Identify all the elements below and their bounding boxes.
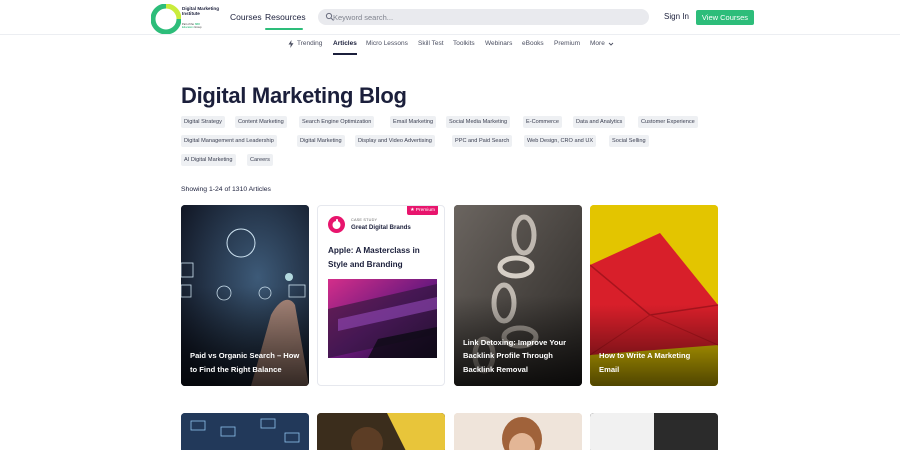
tab-toolkits[interactable]: Toolkits — [453, 40, 475, 47]
search-bar[interactable] — [318, 9, 649, 25]
article-title: Paid vs Organic Search – How to Find the… — [190, 351, 300, 374]
tag-content-marketing[interactable]: Content Marketing — [235, 116, 287, 128]
card-image — [590, 413, 718, 450]
brand-name: Digital Marketing Institute — [182, 6, 220, 16]
tab-trending[interactable]: Trending — [297, 40, 322, 47]
site-header: Digital Marketing Institute Part of the … — [0, 0, 900, 34]
card-image — [328, 279, 437, 358]
logo-ring-icon — [151, 4, 181, 34]
article-title: Apple: A Masterclass in Style and Brandi… — [328, 246, 420, 269]
tab-active-indicator — [333, 53, 357, 55]
tag-digital-management[interactable]: Digital Management and Leadership — [181, 135, 277, 147]
tag-customer-experience[interactable]: Customer Experience — [638, 116, 698, 128]
article-title: Link Detoxing: Improve Your Backlink Pro… — [463, 338, 567, 374]
tag-ai-digital-marketing[interactable]: AI Digital Marketing — [181, 154, 236, 166]
card-image — [181, 413, 309, 450]
article-title: How to Write A Marketing Email — [599, 351, 691, 374]
card-image — [454, 413, 582, 450]
tag-ppc[interactable]: PPC and Paid Search — [452, 135, 513, 147]
brand-tagline: Part of the SBR Education Group — [182, 23, 202, 29]
tag-digital-strategy[interactable]: Digital Strategy — [181, 116, 225, 128]
article-card[interactable] — [181, 413, 309, 450]
article-card[interactable] — [454, 413, 582, 450]
tag-careers[interactable]: Careers — [247, 154, 273, 166]
search-input[interactable] — [333, 11, 633, 23]
article-card[interactable] — [317, 413, 445, 450]
chevron-down-icon[interactable] — [608, 41, 614, 47]
nav-active-indicator — [265, 28, 303, 30]
article-card[interactable] — [590, 413, 718, 450]
tab-skill-test[interactable]: Skill Test — [418, 40, 444, 47]
brand-logo[interactable]: Digital Marketing Institute Part of the … — [151, 4, 219, 36]
tab-articles[interactable]: Articles — [333, 40, 357, 47]
sign-in-link[interactable]: Sign In — [664, 12, 689, 21]
nav-courses[interactable]: Courses — [230, 12, 262, 22]
resource-tabs: Trending Articles Micro Lessons Skill Te… — [0, 39, 900, 55]
premium-badge: ★ Premium — [407, 206, 438, 215]
tab-premium[interactable]: Premium — [554, 40, 580, 47]
tag-display-video[interactable]: Display and Video Advertising — [355, 135, 435, 147]
tab-micro-lessons[interactable]: Micro Lessons — [366, 40, 408, 47]
view-courses-button[interactable]: View Courses — [696, 10, 754, 25]
tab-webinars[interactable]: Webinars — [485, 40, 512, 47]
case-study-kicker: CASE STUDY — [351, 218, 378, 222]
case-study-logo — [328, 216, 345, 233]
apple-logo-icon — [332, 219, 341, 229]
tab-ebooks[interactable]: eBooks — [522, 40, 544, 47]
results-count: Showing 1-24 of 1310 Articles — [181, 186, 271, 193]
header-divider — [0, 34, 900, 35]
page-title: Digital Marketing Blog — [181, 83, 407, 108]
article-card[interactable]: How to Write A Marketing Email — [590, 205, 718, 386]
nav-resources[interactable]: Resources — [265, 12, 306, 22]
tag-data-analytics[interactable]: Data and Analytics — [573, 116, 626, 128]
article-card[interactable]: Paid vs Organic Search – How to Find the… — [181, 205, 309, 386]
tag-seo[interactable]: Search Engine Optimization — [299, 116, 375, 128]
article-card-premium[interactable]: ★ Premium CASE STUDY Great Digital Brand… — [317, 205, 445, 386]
tag-social-media-marketing[interactable]: Social Media Marketing — [446, 116, 511, 128]
article-card[interactable]: Link Detoxing: Improve Your Backlink Pro… — [454, 205, 582, 386]
tag-web-design[interactable]: Web Design, CRO and UX — [524, 135, 597, 147]
lightning-icon — [288, 40, 294, 48]
tag-social-selling[interactable]: Social Selling — [609, 135, 649, 147]
tag-ecommerce[interactable]: E-Commerce — [523, 116, 562, 128]
case-study-series: Great Digital Brands — [351, 224, 411, 231]
tag-email-marketing[interactable]: Email Marketing — [390, 116, 437, 128]
tag-digital-marketing[interactable]: Digital Marketing — [297, 135, 345, 147]
card-image — [317, 413, 445, 450]
tab-more[interactable]: More — [590, 40, 605, 47]
